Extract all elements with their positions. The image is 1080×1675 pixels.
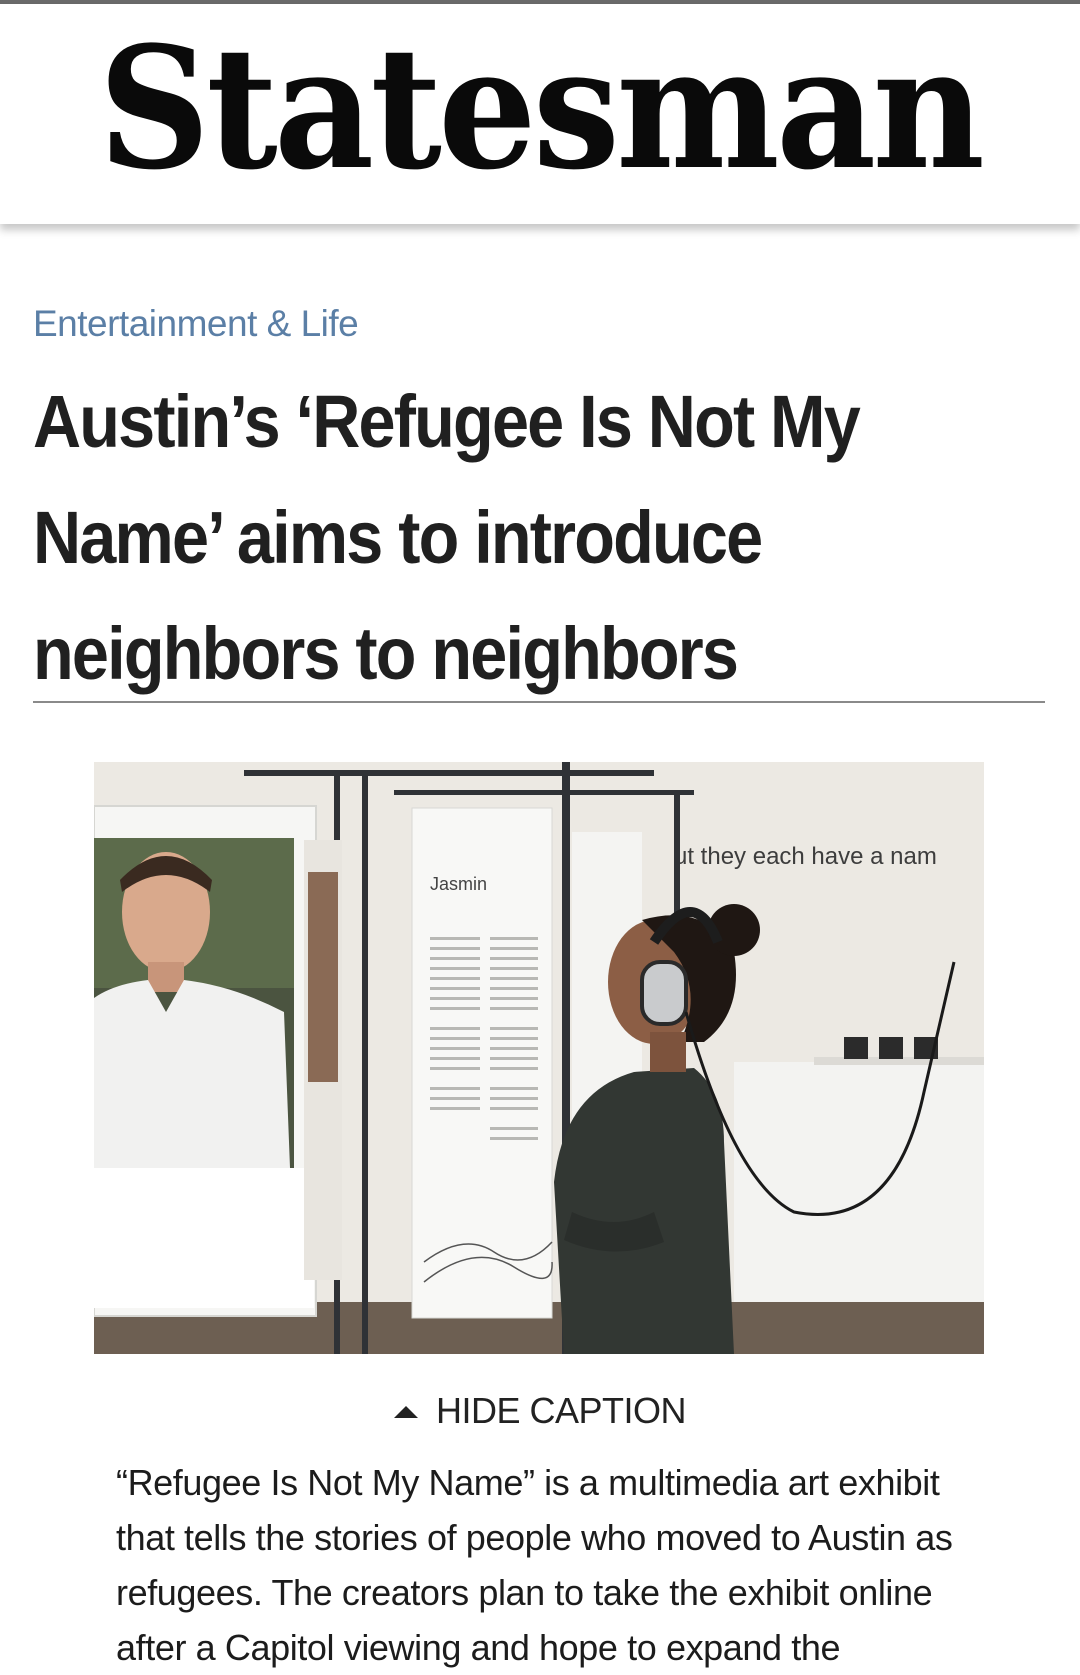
panel-name: Jasmin: [430, 874, 487, 894]
article-headline: Austin’s ‘Refugee Is Not My Name’ aims t…: [33, 380, 861, 695]
exhibit-photo-illustration: ut they each have a nam Jasmin: [94, 762, 984, 1354]
masthead: Statesman: [0, 4, 1080, 224]
statesman-logo[interactable]: Statesman: [99, 24, 986, 192]
wall-text: ut they each have a nam: [674, 843, 937, 870]
hide-caption-label: HIDE CAPTION: [435, 1390, 687, 1431]
caret-up-icon: [393, 1406, 418, 1418]
section-link[interactable]: Entertainment & Life: [33, 303, 359, 345]
article-photo[interactable]: ut they each have a nam Jasmin: [94, 762, 984, 1354]
photo-caption: “Refugee Is Not My Name” is a multimedia…: [116, 1462, 953, 1668]
headline-divider: [33, 701, 1045, 703]
hide-caption-button[interactable]: HIDE CAPTION: [0, 1390, 1080, 1432]
